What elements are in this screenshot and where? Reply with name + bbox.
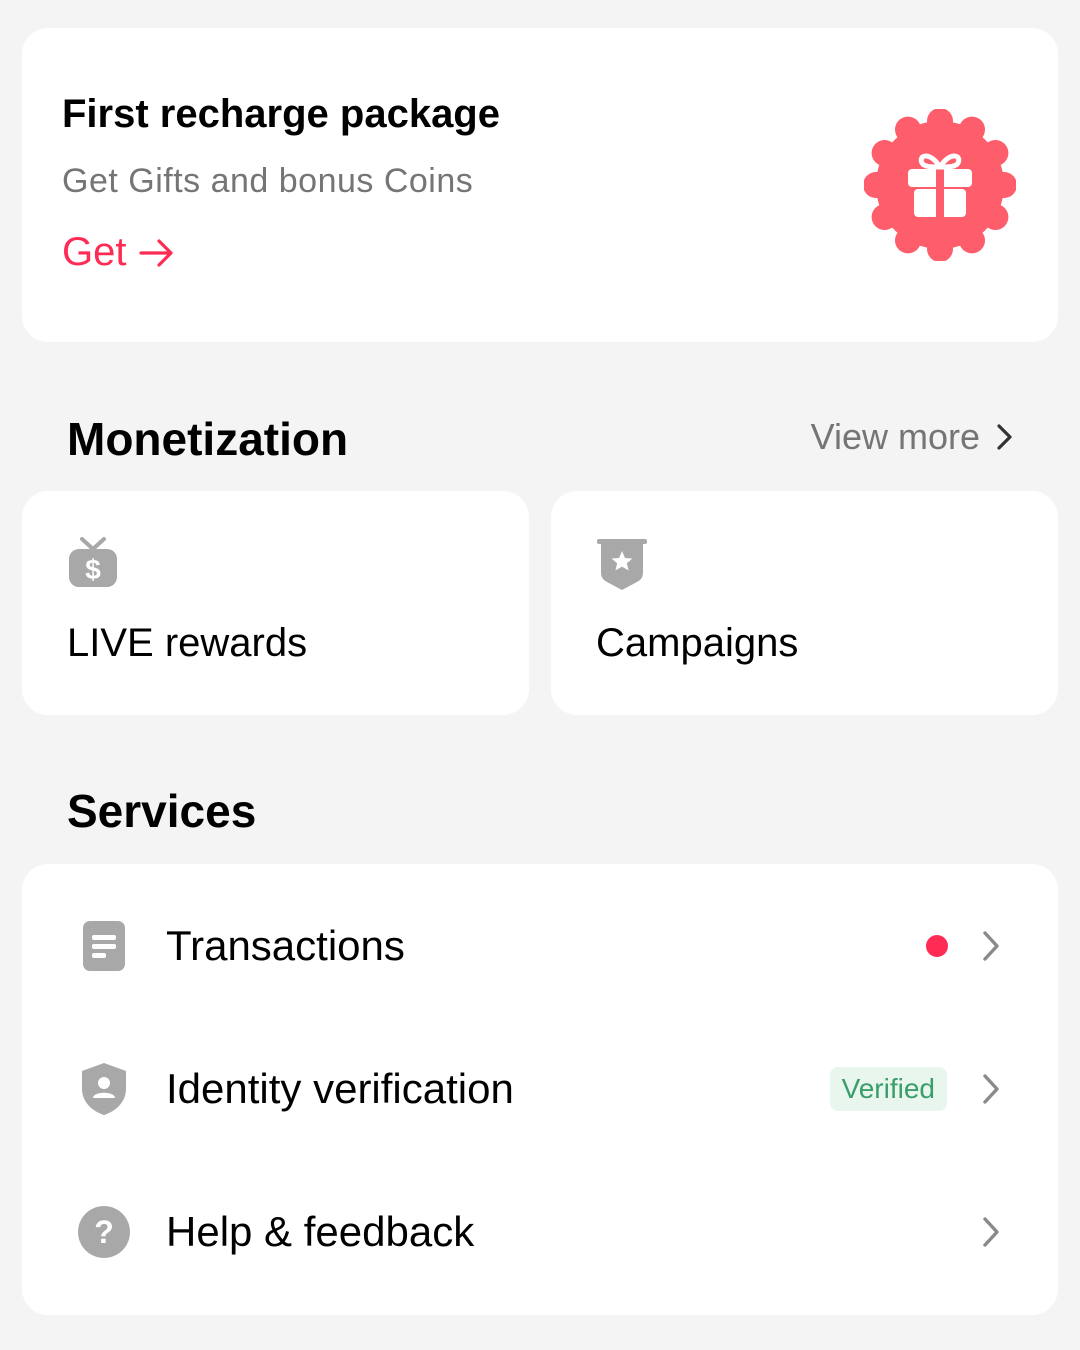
promo-title: First recharge package	[62, 92, 500, 136]
services-title: Services	[67, 785, 257, 837]
star-banner-icon	[597, 539, 647, 590]
notification-dot	[926, 934, 948, 957]
chevron-right-icon	[983, 930, 999, 961]
shield-user-icon	[82, 1062, 126, 1115]
service-row-label: Identity verification	[166, 1064, 514, 1112]
service-row-identity-verification[interactable]: Identity verification Verified	[22, 1017, 1058, 1160]
get-button[interactable]: Get	[62, 230, 176, 275]
verified-badge: Verified	[829, 1066, 947, 1111]
first-recharge-card[interactable]: First recharge package Get Gifts and bon…	[22, 28, 1058, 342]
svg-text:$: $	[85, 554, 101, 585]
service-row-transactions[interactable]: Transactions	[22, 874, 1058, 1017]
service-row-help-feedback[interactable]: ? Help & feedback	[22, 1160, 1058, 1303]
view-more-link[interactable]: View more	[811, 416, 1016, 458]
document-icon	[83, 920, 125, 971]
get-button-label: Get	[62, 230, 127, 274]
arrow-right-icon	[139, 238, 174, 267]
svg-text:?: ?	[94, 1214, 114, 1250]
tile-live-rewards-label: LIVE rewards	[67, 621, 308, 665]
service-row-label: Transactions	[166, 921, 405, 969]
chevron-right-icon	[983, 1073, 999, 1104]
promo-subtitle: Get Gifts and bonus Coins	[62, 162, 474, 200]
dollar-bag-icon: $	[69, 537, 117, 587]
tile-campaigns-label: Campaigns	[596, 621, 799, 665]
tile-campaigns[interactable]: Campaigns	[551, 491, 1058, 715]
gift-badge-icon	[864, 109, 1016, 261]
services-list: Transactions Identity verification Verif…	[22, 864, 1058, 1315]
question-icon: ?	[78, 1205, 130, 1258]
chevron-right-icon	[983, 1216, 999, 1247]
chevron-right-icon	[997, 424, 1012, 450]
view-more-label: View more	[810, 416, 980, 457]
tile-live-rewards[interactable]: $ LIVE rewards	[22, 491, 529, 715]
monetization-title: Monetization	[67, 413, 349, 465]
service-row-label: Help & feedback	[166, 1207, 475, 1255]
